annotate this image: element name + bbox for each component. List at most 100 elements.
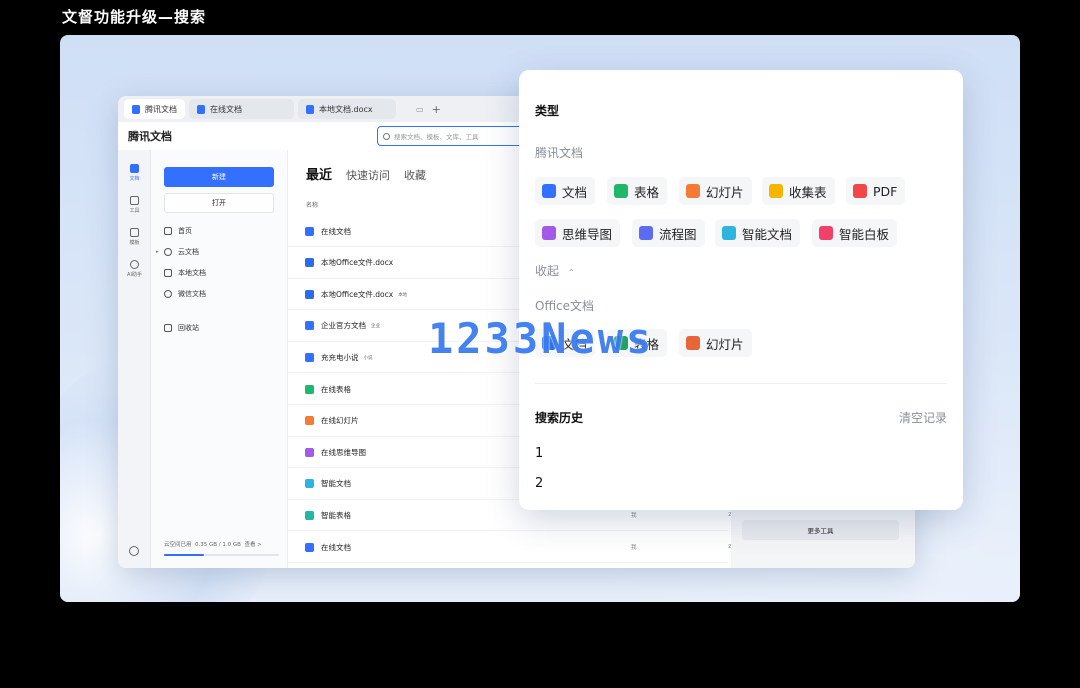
history-item[interactable]: 1 (535, 446, 543, 461)
rail-item-tools[interactable]: 工具 (118, 196, 151, 214)
sidebar-item-trash[interactable]: 回收站 (164, 323, 199, 333)
tencent-docs-heading: 腾讯文档 (535, 146, 584, 160)
app-name: 腾讯文档 (128, 130, 172, 143)
sheet-icon (614, 184, 628, 198)
type-chip-label: 幻灯片 (706, 184, 744, 200)
more-tools-button[interactable]: 更多工具 (742, 520, 899, 540)
file-name: 在线表格 (321, 384, 356, 395)
file-name-text: 充充电小说 (321, 352, 359, 362)
tencent-docs-icon (132, 104, 140, 114)
search-input[interactable]: 搜索文档、模板、文库、工具 (377, 126, 527, 146)
rail-label: 模板 (129, 240, 140, 246)
file-name: 在线文档 (321, 542, 356, 553)
office-docs-heading: Office文档 (535, 299, 595, 313)
slide-icon (686, 184, 700, 198)
sidebar-item-home[interactable]: 首页 (164, 226, 192, 236)
sidebar-item-label: 回收站 (178, 324, 199, 332)
type-chip-label: 思维导图 (562, 226, 613, 242)
expand-icon[interactable]: ▸ (156, 249, 159, 255)
type-heading: 类型 (535, 104, 560, 118)
type-chip[interactable]: 幻灯片 (679, 329, 752, 357)
file-name-text: 在线表格 (321, 384, 351, 394)
storage-bar (164, 554, 279, 556)
collapse-button[interactable]: 收起 ⌃ (535, 262, 575, 279)
type-chip[interactable]: 收集表 (762, 177, 835, 205)
search-placeholder: 搜索文档、模板、文库、工具 (394, 133, 479, 141)
sidebar-item-local[interactable]: 本地文档 (164, 268, 206, 278)
left-rail: 文档 工具 模板 AI助手 (118, 150, 151, 568)
type-chip-label: 幻灯片 (706, 336, 744, 352)
chevron-up-icon: ⌃ (567, 268, 575, 277)
file-name: 企业官方文档 企业 (321, 320, 380, 331)
type-chip[interactable]: 思维导图 (535, 219, 621, 247)
tab-recent[interactable]: 最近 (306, 164, 332, 183)
file-name: 本地Office文件.docx (321, 257, 398, 268)
file-name: 充充电小说 小说 (321, 352, 373, 363)
pdf-icon (853, 184, 867, 198)
rail-item-ai[interactable]: AI助手 (118, 260, 151, 278)
type-chip[interactable]: PDF (846, 177, 906, 205)
storage-label: 云空间已用 (164, 542, 192, 548)
type-chip[interactable]: 流程图 (632, 219, 705, 247)
form-icon (769, 184, 783, 198)
rail-label: 工具 (129, 208, 140, 214)
open-button[interactable]: 打开 (164, 193, 274, 213)
tab-favorites[interactable]: 收藏 (404, 167, 426, 183)
file-name-text: 智能文档 (321, 479, 351, 489)
type-chip-label: 文档 (562, 184, 588, 200)
divider (535, 383, 947, 384)
type-chip[interactable]: 文档 (535, 177, 596, 205)
new-button[interactable]: 新建 (164, 167, 274, 187)
tab-label: 本地文档.docx (319, 104, 373, 114)
add-tab-button[interactable]: + (432, 103, 441, 116)
tab-online-doc[interactable]: 在线文档 (189, 99, 294, 119)
storage-bar-fill (164, 554, 205, 556)
tab-quick-access[interactable]: 快速访问 (346, 167, 390, 183)
rail-label: 文档 (129, 176, 140, 182)
type-chip[interactable]: 幻灯片 (679, 177, 752, 205)
word-icon (305, 258, 314, 268)
watermark: 1233News (428, 314, 655, 363)
file-badge: 企业 (371, 324, 380, 330)
type-chip-label: 表格 (634, 184, 660, 200)
cloud-icon (164, 248, 172, 256)
gear-icon[interactable] (129, 546, 139, 556)
file-owner: 我 (631, 545, 637, 551)
ppt-icon (686, 336, 700, 350)
file-name: 在线幻灯片 (321, 415, 364, 426)
search-icon (383, 132, 390, 140)
tab-local-doc[interactable]: 本地文档.docx (298, 99, 396, 119)
sidebar-item-label: 云文档 (178, 248, 199, 256)
type-chip[interactable]: 智能白板 (812, 219, 898, 247)
rail-item-docs[interactable]: 文档 (118, 164, 151, 182)
home-icon (164, 227, 172, 235)
rail-item-templates[interactable]: 模板 (118, 228, 151, 246)
wechat-icon (164, 290, 172, 298)
slide-icon (305, 416, 314, 426)
doc-icon (542, 184, 556, 198)
sidebar-item-wechat[interactable]: 微信文档 (164, 289, 206, 299)
file-name: 在线文档 (321, 226, 356, 237)
storage-link[interactable]: 查看 > (244, 542, 261, 548)
ai-icon (130, 260, 139, 269)
sidebar: 新建 打开 首页 ▸ 云文档 本地文档 微信文档 回收站 云空间已用 0.35 … (151, 150, 288, 568)
type-chip-label: 智能白板 (839, 226, 890, 242)
sidebar-item-label: 首页 (178, 227, 192, 235)
file-badge: 小说 (363, 355, 373, 361)
sidebar-item-cloud[interactable]: ▸ 云文档 (156, 247, 199, 257)
monitor-icon[interactable]: ▭ (416, 105, 424, 114)
history-item[interactable]: 2 (535, 476, 543, 491)
sheet-icon (305, 384, 314, 394)
mindmap-icon (542, 226, 556, 240)
tab-tencent-docs[interactable]: 腾讯文档 (124, 99, 185, 119)
file-owner: 我 (631, 513, 637, 520)
file-badge: 本地 (398, 292, 408, 298)
file-name: 智能文档 (321, 478, 356, 489)
table-row[interactable]: 在线文档我2.45 MB15:38 (288, 532, 809, 563)
storage-usage: 云空间已用 0.35 GB / 1.0 GB 查看 > (164, 540, 279, 556)
file-name-text: 本地Office文件.docx (321, 289, 394, 299)
type-chip[interactable]: 表格 (607, 177, 668, 205)
clear-history-button[interactable]: 清空记录 (899, 409, 947, 426)
grid-icon (130, 196, 139, 205)
type-chip[interactable]: 智能文档 (715, 219, 801, 247)
